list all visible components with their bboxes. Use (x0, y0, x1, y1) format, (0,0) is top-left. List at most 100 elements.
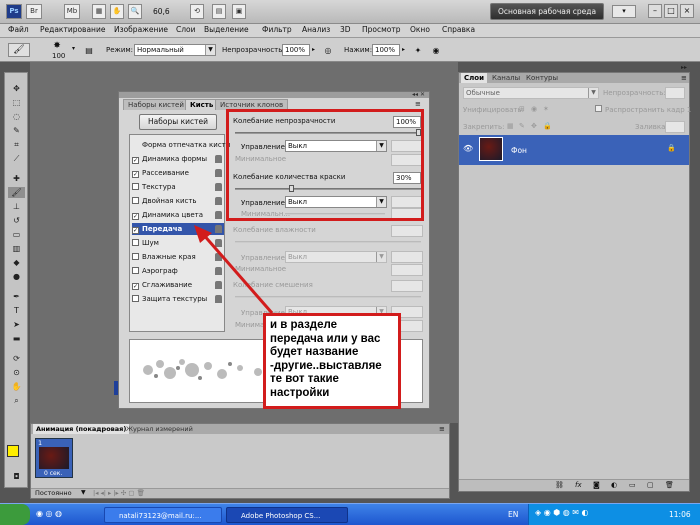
menu-filter[interactable]: Фильтр (262, 25, 292, 34)
3d-rotate-tool-icon[interactable]: ⟳ (8, 353, 25, 364)
layer-row[interactable]: 👁 Фон 🔒 (459, 135, 689, 165)
layers-menu-icon[interactable]: ≡ (681, 74, 687, 82)
lasso-tool-icon[interactable]: ◌ (8, 111, 25, 122)
playback-controls-icon[interactable]: |◂ ◂| ▸ |▸ ✣ ▢ 🗑 (93, 489, 145, 497)
brush-setting-item[interactable]: Двойная кисть (132, 195, 224, 207)
foreground-color-swatch[interactable] (7, 445, 19, 457)
brush-tool-icon[interactable]: 🖌 (8, 43, 30, 57)
crop-tool-icon[interactable]: ⌗ (8, 139, 25, 150)
brush-setting-item[interactable]: ✓ Динамика цвета (132, 209, 224, 221)
unify-style-icon[interactable]: ✶ (543, 105, 549, 113)
brush-setting-item[interactable]: ✓ Рассеивание (132, 167, 224, 179)
frame-delay[interactable]: 0 сек. (44, 470, 62, 477)
healing-brush-tool-icon[interactable]: ✚ (8, 173, 25, 184)
close-icon[interactable]: × (680, 4, 694, 18)
menu-window[interactable]: Окно (410, 25, 430, 34)
taskbar-task-photoshop[interactable]: Adobe Photoshop CS... (226, 507, 348, 523)
zoom-tool-icon[interactable]: ⌕ (8, 395, 25, 406)
taskbar-task-mail[interactable]: natali73123@mail.ru:... (104, 507, 222, 523)
new-group-icon[interactable]: ▭ (629, 481, 636, 489)
link-layers-icon[interactable]: ⛓ (555, 481, 564, 489)
menu-3d[interactable]: 3D (340, 25, 351, 34)
tab-brush-presets[interactable]: Наборы кистей (123, 99, 189, 110)
brush-tool-icon[interactable]: 🖌 (8, 187, 25, 198)
history-brush-tool-icon[interactable]: ↺ (8, 215, 25, 226)
bridge-button[interactable]: Br (26, 4, 42, 19)
lock-icon[interactable] (215, 183, 222, 191)
menu-view[interactable]: Просмотр (362, 25, 401, 34)
brush-setting-item[interactable]: Текстура (132, 181, 224, 193)
rotate-view-icon[interactable]: ⟲ (190, 4, 204, 19)
lock-icon[interactable] (215, 155, 222, 163)
brush-setting-checkbox[interactable]: ✓ (132, 227, 139, 234)
tray-icons[interactable]: ◈ ◉ ⬢ ◍ ✉ ◐ (535, 508, 589, 517)
brush-setting-checkbox[interactable] (132, 253, 139, 260)
brush-setting-item[interactable]: ✓ Динамика формы (132, 153, 224, 165)
panel-collapse-icon[interactable]: ◂◂ ✕ (412, 91, 425, 98)
layer-style-icon[interactable]: fx (575, 481, 582, 489)
lock-icon[interactable] (215, 169, 222, 177)
layer-mask-icon[interactable]: ◙ (593, 481, 600, 489)
zoom-level[interactable]: 60,6 (153, 7, 170, 16)
eraser-tool-icon[interactable]: ▭ (8, 229, 25, 240)
brush-tip-icon[interactable]: ✸ (50, 41, 64, 51)
screen-mode-icon[interactable]: ▣ (232, 4, 246, 19)
brush-setting-checkbox[interactable] (132, 197, 139, 204)
arrange-documents-icon[interactable]: ▤ (212, 4, 226, 19)
hand-icon[interactable]: ✋ (110, 4, 124, 19)
opacity-input[interactable]: 100% (282, 44, 310, 56)
start-button[interactable] (0, 504, 30, 525)
adjustment-layer-icon[interactable]: ◐ (611, 481, 617, 489)
blend-mode-select[interactable]: Обычные ▼ (463, 87, 599, 99)
brush-setting-checkbox[interactable]: ✓ (132, 213, 139, 220)
menu-layers[interactable]: Слои (176, 25, 196, 34)
menu-analysis[interactable]: Анализ (302, 25, 330, 34)
brush-setting-checkbox[interactable]: ✓ (132, 171, 139, 178)
lock-all-icon[interactable]: 🔒 (543, 122, 552, 130)
quick-mask-icon[interactable]: ◘ (8, 471, 25, 482)
tab-channels[interactable]: Каналы (489, 73, 523, 83)
mode-select[interactable]: Нормальный ▼ (134, 44, 216, 56)
tablet-size-icon[interactable]: ◉ (430, 43, 442, 57)
marquee-tool-icon[interactable]: ⬚ (8, 97, 25, 108)
brush-setting-checkbox[interactable]: ✓ (132, 157, 139, 164)
quick-launch-icons[interactable]: ◉ ◎ ◍ (36, 509, 62, 518)
airbrush-icon[interactable]: ✦ (412, 43, 424, 57)
type-tool-icon[interactable]: T (8, 305, 25, 316)
tab-layers[interactable]: Слои (461, 73, 487, 83)
panel-menu-icon[interactable]: ≡ (415, 100, 421, 108)
quick-selection-tool-icon[interactable]: ✎ (8, 125, 25, 136)
tab-paths[interactable]: Контуры (523, 73, 561, 83)
brush-setting-checkbox[interactable] (132, 239, 139, 246)
eye-icon[interactable]: 👁 (463, 144, 473, 153)
clone-stamp-tool-icon[interactable]: ⊥ (8, 201, 25, 212)
loop-option[interactable]: Постоянно (35, 489, 72, 497)
layer-opacity-input[interactable] (665, 87, 685, 99)
propagate-checkbox[interactable] (595, 105, 602, 112)
menu-image[interactable]: Изображение (114, 25, 168, 34)
brush-setting-checkbox[interactable]: ✓ (132, 283, 139, 290)
loop-chevron-icon[interactable]: ▼ (81, 489, 86, 496)
unify-visibility-icon[interactable]: ◉ (531, 105, 537, 113)
language-indicator[interactable]: EN (508, 510, 518, 519)
unify-position-icon[interactable]: ⊞ (519, 105, 525, 113)
animation-menu-icon[interactable]: ≡ (439, 425, 445, 433)
tab-animation-frames[interactable]: Анимация (покадровая) (33, 424, 130, 434)
fill-input[interactable] (665, 121, 685, 133)
cs-live-icon[interactable]: ▾ (612, 5, 636, 18)
maximize-icon[interactable]: □ (664, 4, 678, 18)
layer-name[interactable]: Фон (511, 146, 527, 155)
minimize-icon[interactable]: – (648, 4, 662, 18)
move-tool-icon[interactable]: ✥ (8, 83, 25, 94)
animation-frame[interactable]: 1 0 сек. (35, 438, 73, 478)
mini-bridge-button[interactable]: Mb (64, 4, 80, 19)
pressure-chevron-icon[interactable]: ▸ (402, 46, 405, 53)
opacity-chevron-icon[interactable]: ▸ (312, 46, 315, 53)
view-extras-icon[interactable]: ▦ (92, 4, 106, 19)
blur-tool-icon[interactable]: ◆ (8, 257, 25, 268)
delete-layer-icon[interactable]: 🗑 (665, 481, 674, 489)
lock-icon[interactable] (215, 197, 222, 205)
tab-measurement-log[interactable]: Журнал измерений (123, 424, 196, 434)
zoom-icon[interactable]: 🔍 (128, 4, 142, 19)
brush-picker-chevron-icon[interactable]: ▾ (72, 45, 75, 52)
